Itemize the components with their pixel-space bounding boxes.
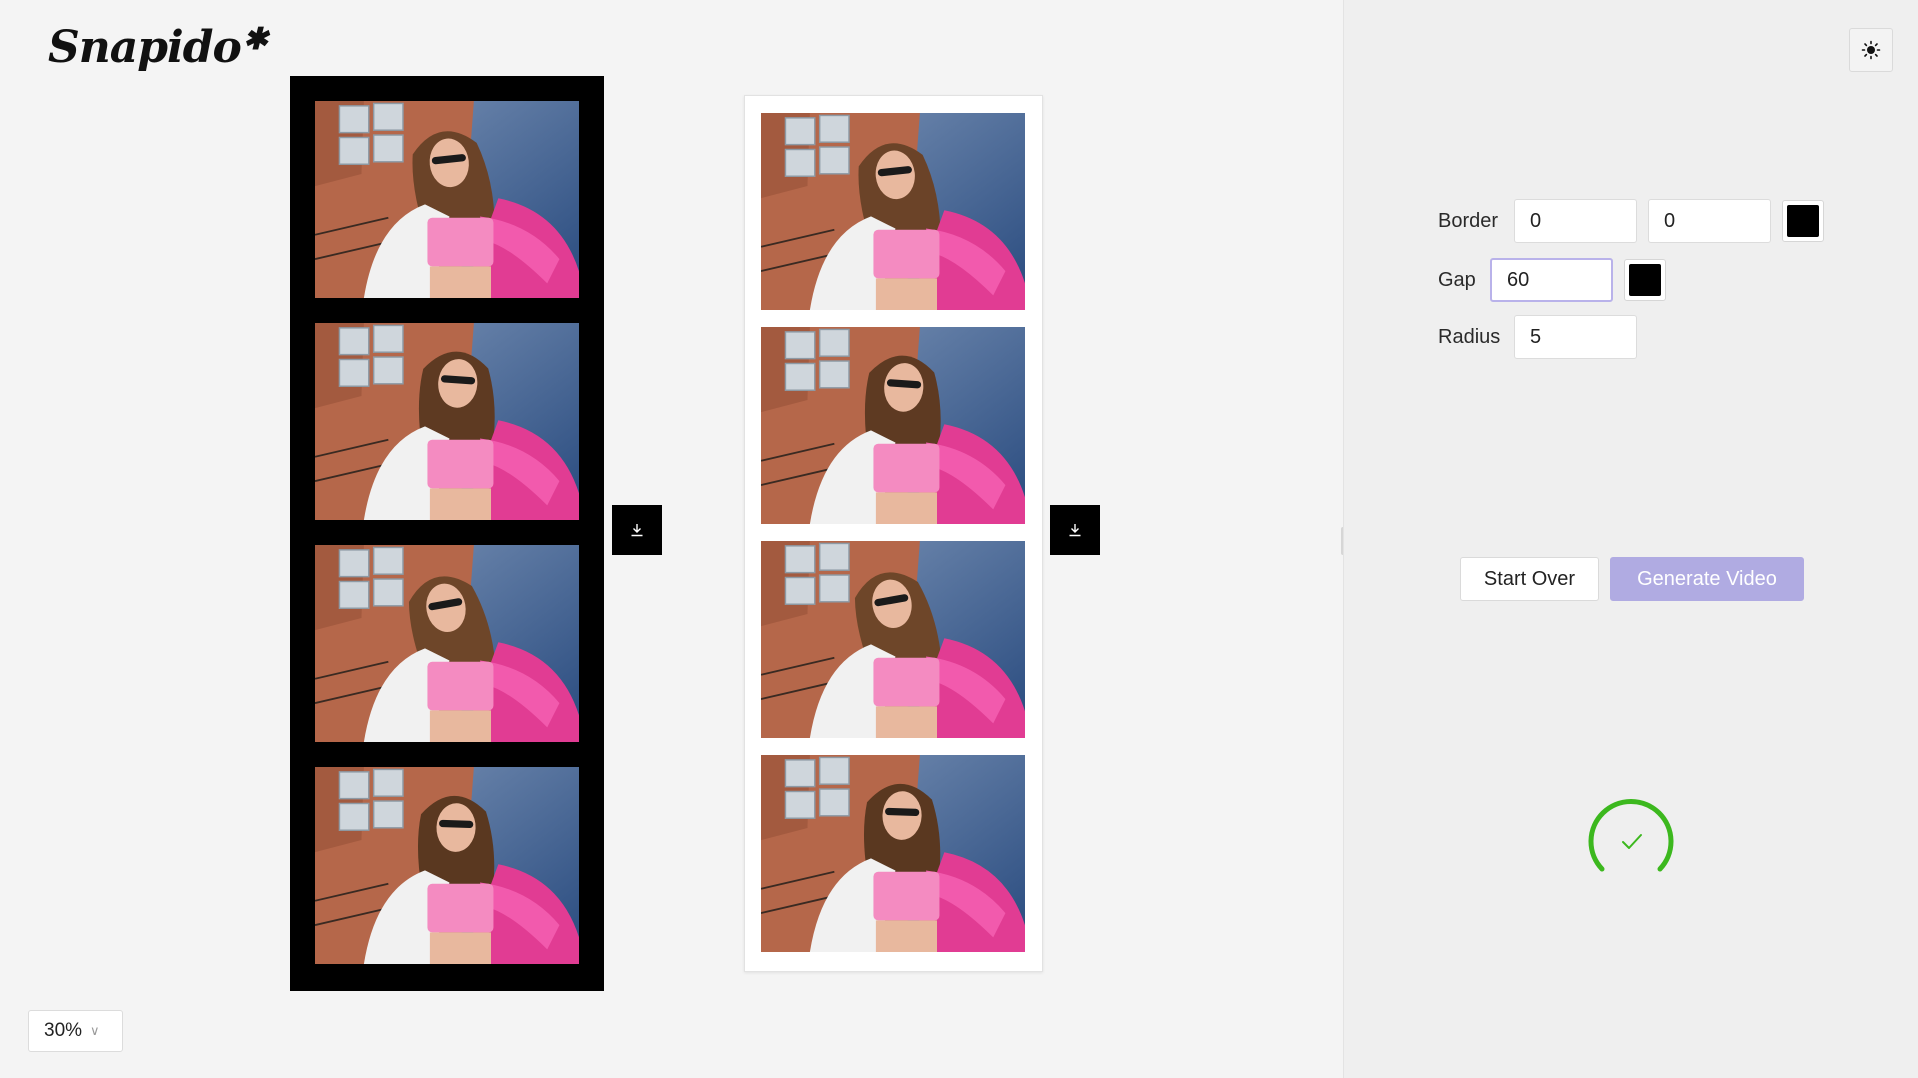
radius-row: Radius	[1438, 315, 1637, 359]
sun-icon	[1861, 40, 1881, 60]
zoom-value: 30%	[44, 1020, 83, 1041]
logo-text: Snapido	[48, 22, 242, 73]
theme-toggle-button[interactable]	[1849, 28, 1893, 72]
white-strip[interactable]	[744, 95, 1043, 972]
gap-color-swatch	[1629, 264, 1661, 296]
generate-video-button[interactable]: Generate Video	[1610, 557, 1804, 601]
settings-panel	[1343, 0, 1918, 1078]
border-color-swatch	[1787, 205, 1819, 237]
black-strip[interactable]	[290, 76, 604, 991]
success-status-indicator	[1588, 798, 1674, 872]
border-row: Border	[1438, 199, 1824, 243]
download-icon	[631, 524, 643, 537]
app-logo: Snapido✱	[48, 22, 268, 73]
gap-input[interactable]	[1490, 258, 1613, 302]
strip-photo	[315, 101, 579, 298]
download-icon	[1069, 524, 1081, 537]
strip-photo	[315, 323, 579, 520]
gap-color-picker[interactable]	[1624, 259, 1666, 301]
border-label: Border	[1438, 209, 1499, 232]
strip-photo	[761, 541, 1025, 738]
border-color-picker[interactable]	[1782, 200, 1824, 242]
radius-input[interactable]	[1514, 315, 1637, 359]
border-width-input[interactable]	[1514, 199, 1637, 243]
strip-photo	[761, 755, 1025, 952]
zoom-select[interactable]: 30% ∨	[28, 1010, 123, 1052]
chevron-down-icon: ∨	[90, 1023, 100, 1038]
strip-photo	[761, 327, 1025, 524]
check-icon	[1622, 834, 1642, 849]
progress-ring	[1588, 798, 1674, 872]
gap-row: Gap	[1438, 258, 1666, 302]
start-over-button[interactable]: Start Over	[1460, 557, 1599, 601]
download-black-strip-button[interactable]	[612, 505, 662, 555]
gap-label: Gap	[1438, 268, 1476, 291]
canvas-area: Snapido✱ 30% ∨	[0, 0, 1343, 1078]
radius-label: Radius	[1438, 325, 1501, 348]
strip-photo	[761, 113, 1025, 310]
download-white-strip-button[interactable]	[1050, 505, 1100, 555]
strip-photo	[315, 545, 579, 742]
strip-photo	[315, 767, 579, 964]
logo-star: ✱	[242, 22, 268, 57]
border-offset-input[interactable]	[1648, 199, 1771, 243]
